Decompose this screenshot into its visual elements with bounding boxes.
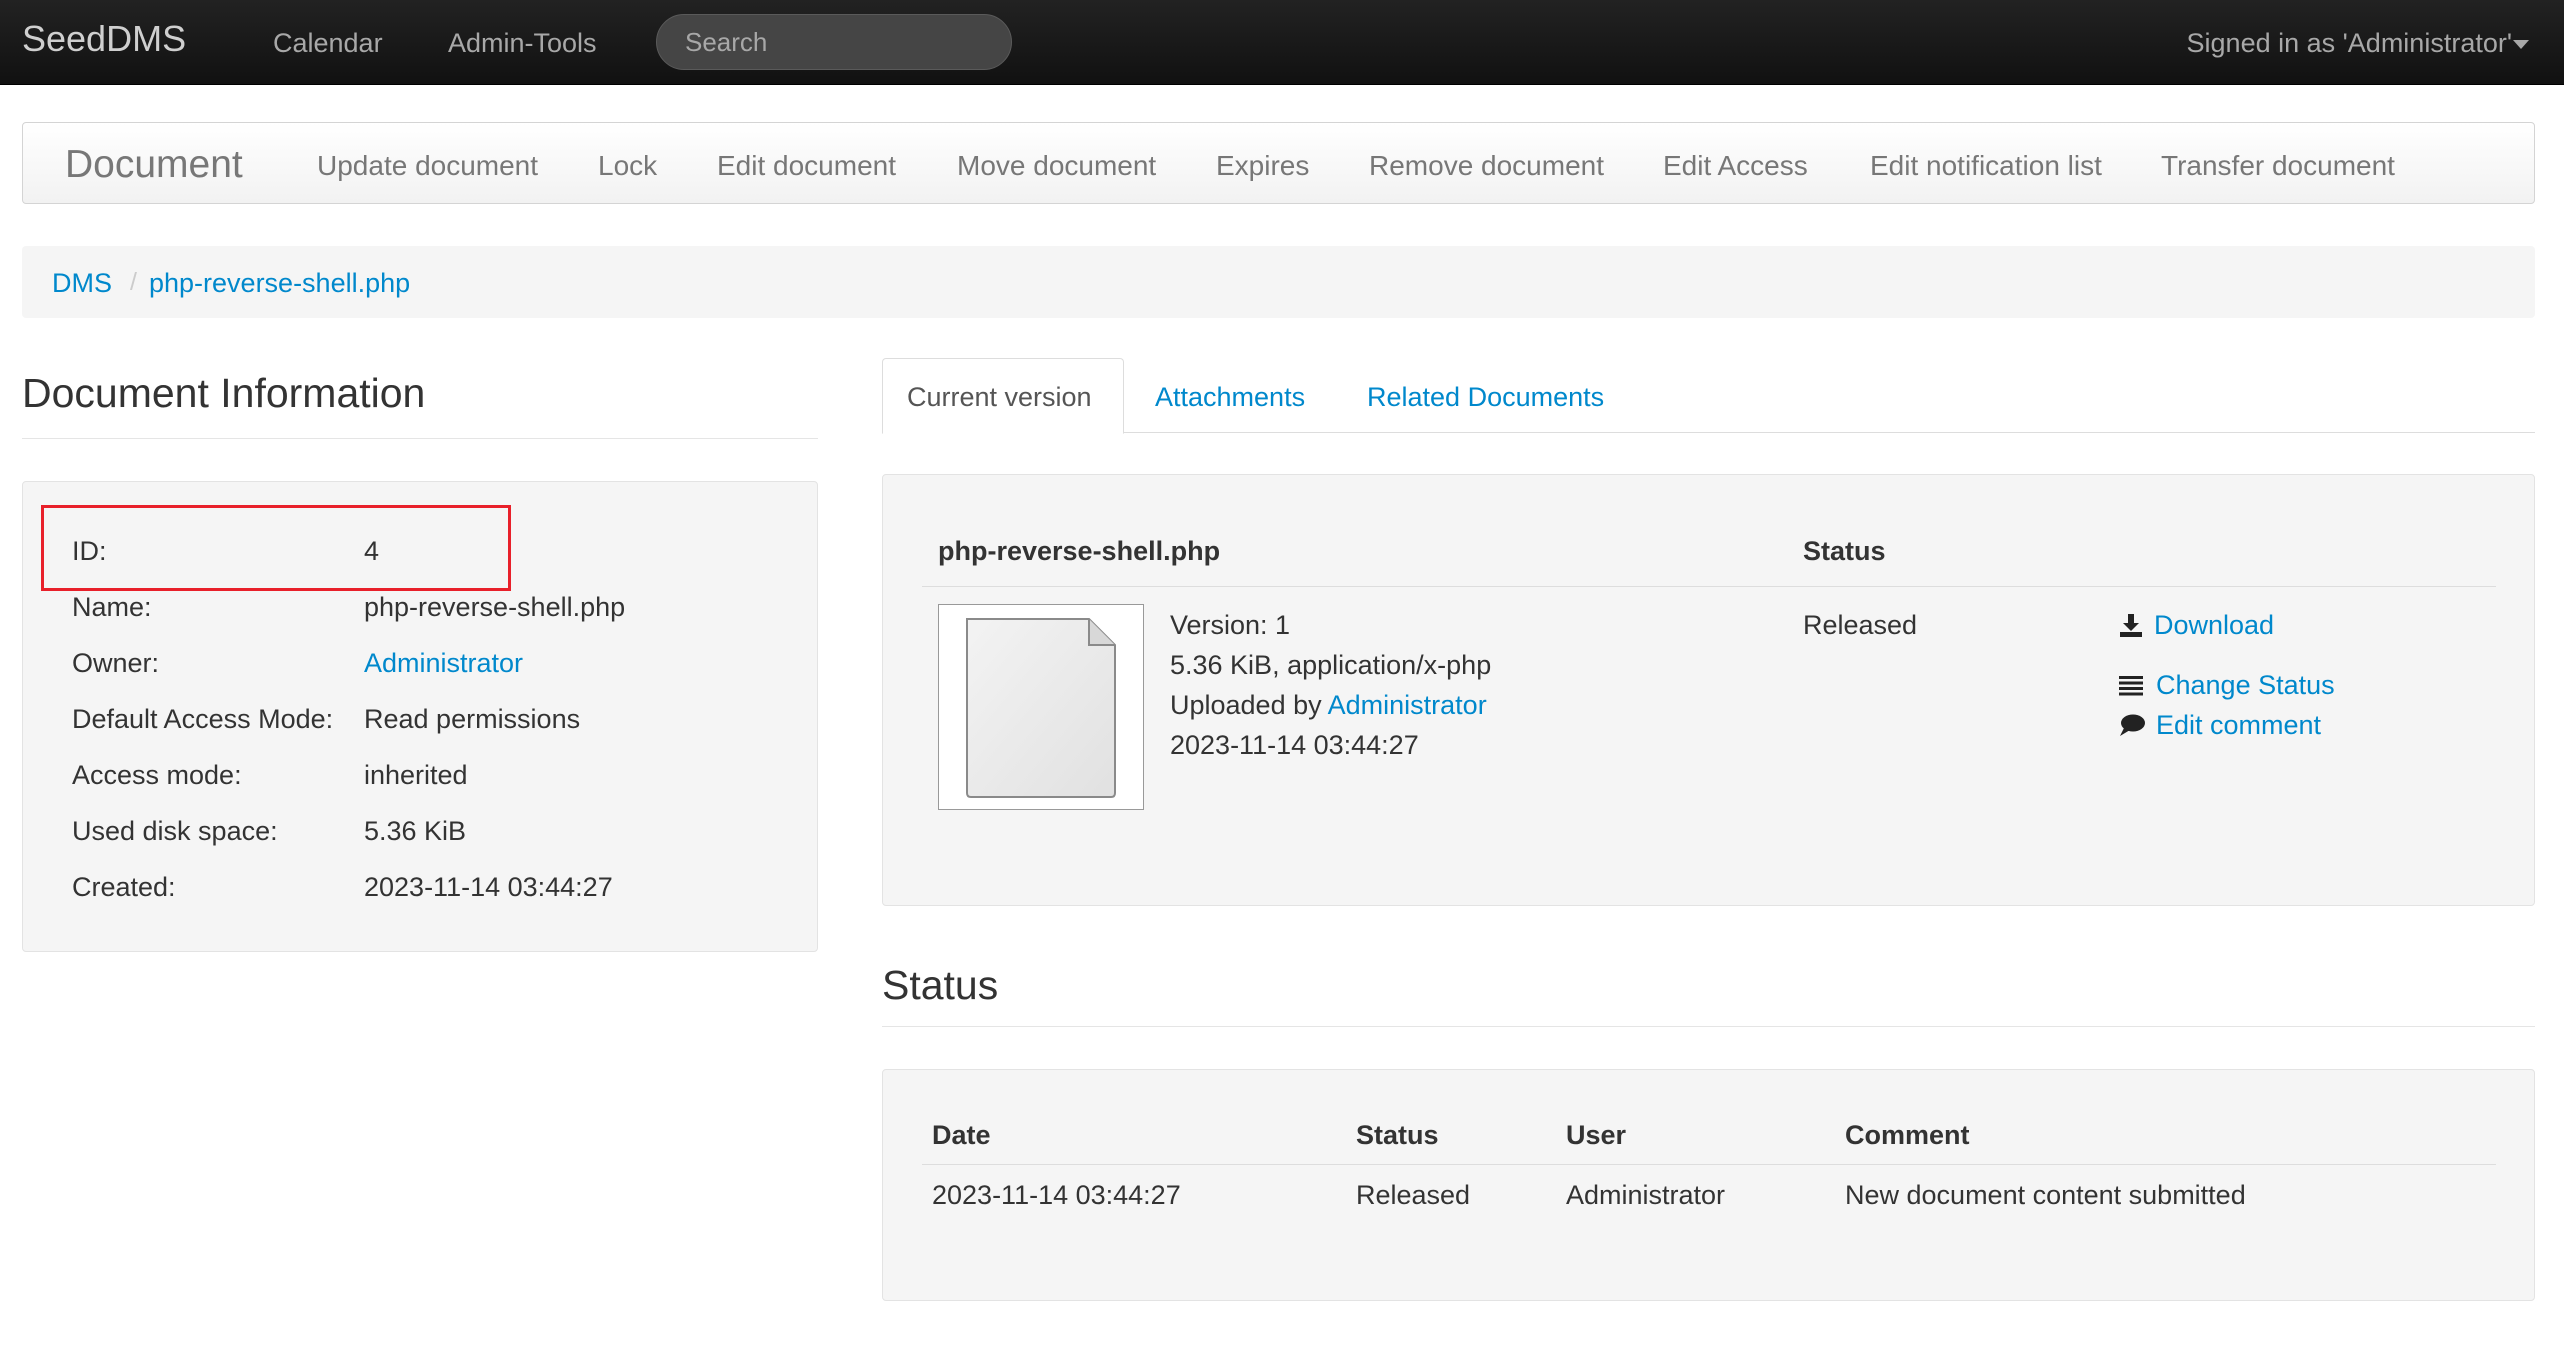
download-icon[interactable] — [2118, 612, 2144, 638]
table-divider — [922, 1164, 2496, 1165]
table-divider — [922, 586, 2496, 587]
document-menubar: Document Update document Lock Edit docum… — [22, 122, 2535, 204]
tab-related-documents[interactable]: Related Documents — [1367, 382, 1604, 413]
info-label-created: Created: — [72, 872, 176, 902]
brand-logo[interactable]: SeedDMS — [22, 18, 186, 60]
menu-edit-document[interactable]: Edit document — [717, 150, 896, 182]
tabs-divider — [882, 432, 2535, 433]
info-value-access-mode: inherited — [364, 760, 468, 790]
info-value-disk-space: 5.36 KiB — [364, 816, 467, 846]
info-label-disk-space: Used disk space: — [72, 816, 278, 846]
status-col-status: Status — [1356, 1120, 1439, 1150]
version-status-header: Status — [1803, 536, 1886, 566]
divider — [882, 1026, 2535, 1027]
search-input[interactable] — [656, 14, 1012, 70]
nav-calendar[interactable]: Calendar — [273, 28, 383, 59]
breadcrumb-current[interactable]: php-reverse-shell.php — [149, 268, 410, 299]
version-size-type: 5.36 KiB, application/x-php — [1170, 650, 1492, 680]
status-heading: Status — [882, 962, 999, 1008]
divider — [22, 438, 818, 439]
info-value-default-access: Read permissions — [364, 704, 581, 734]
nav-admin-tools[interactable]: Admin-Tools — [448, 28, 597, 59]
info-label-owner: Owner: — [72, 648, 160, 678]
change-status-link[interactable]: Change Status — [2156, 670, 2335, 701]
top-navbar: SeedDMS Calendar Admin-Tools Signed in a… — [0, 0, 2564, 85]
menu-transfer-document[interactable]: Transfer document — [2161, 150, 2395, 182]
chevron-down-icon[interactable] — [2513, 40, 2529, 49]
status-col-comment: Comment — [1845, 1120, 1970, 1150]
info-label-access-mode: Access mode: — [72, 760, 242, 790]
info-label-default-access: Default Access Mode: — [72, 704, 334, 734]
menu-update-document[interactable]: Update document — [317, 150, 538, 182]
info-label-name: Name: — [72, 592, 152, 622]
menu-remove-document[interactable]: Remove document — [1369, 150, 1604, 182]
comment-icon[interactable] — [2118, 712, 2146, 738]
version-status-value: Released — [1803, 610, 1918, 640]
edit-comment-link[interactable]: Edit comment — [2156, 710, 2321, 741]
status-col-user: User — [1566, 1120, 1627, 1150]
version-uploaded-by: Uploaded by Administrator — [1170, 690, 1487, 721]
info-value-name: php-reverse-shell.php — [364, 592, 626, 622]
document-thumbnail[interactable] — [938, 604, 1144, 810]
file-icon — [966, 618, 1116, 798]
menu-move-document[interactable]: Move document — [957, 150, 1156, 182]
info-value-created: 2023-11-14 03:44:27 — [364, 872, 613, 902]
info-value-owner[interactable]: Administrator — [364, 648, 523, 679]
version-number: Version: 1 — [1170, 610, 1291, 640]
version-file-header: php-reverse-shell.php — [938, 536, 1221, 566]
tab-attachments[interactable]: Attachments — [1155, 382, 1305, 413]
status-row-date: 2023-11-14 03:44:27 — [932, 1180, 1181, 1210]
status-row-comment: New document content submitted — [1845, 1180, 2246, 1210]
highlight-box — [41, 505, 511, 591]
status-row-user: Administrator — [1566, 1180, 1726, 1210]
menu-lock[interactable]: Lock — [598, 150, 657, 182]
menu-expires[interactable]: Expires — [1216, 150, 1309, 182]
breadcrumb-dms[interactable]: DMS — [52, 268, 112, 299]
uploaded-by-label: Uploaded by — [1170, 690, 1322, 720]
status-col-date: Date — [932, 1120, 991, 1150]
tab-current-version-label[interactable]: Current version — [907, 382, 1092, 413]
document-info-heading: Document Information — [22, 370, 426, 416]
signed-in-menu[interactable]: Signed in as 'Administrator' — [2187, 28, 2512, 59]
download-link[interactable]: Download — [2154, 610, 2274, 641]
document-menu-title[interactable]: Document — [65, 143, 243, 187]
breadcrumb: DMS / php-reverse-shell.php — [22, 246, 2535, 318]
menu-edit-access[interactable]: Edit Access — [1663, 150, 1808, 182]
menu-edit-notification-list[interactable]: Edit notification list — [1870, 150, 2102, 182]
list-icon[interactable] — [2118, 672, 2144, 698]
version-date: 2023-11-14 03:44:27 — [1170, 730, 1419, 760]
breadcrumb-separator: / — [130, 268, 137, 296]
status-row-status: Released — [1356, 1180, 1471, 1210]
uploaded-by-user-link[interactable]: Administrator — [1328, 690, 1487, 720]
